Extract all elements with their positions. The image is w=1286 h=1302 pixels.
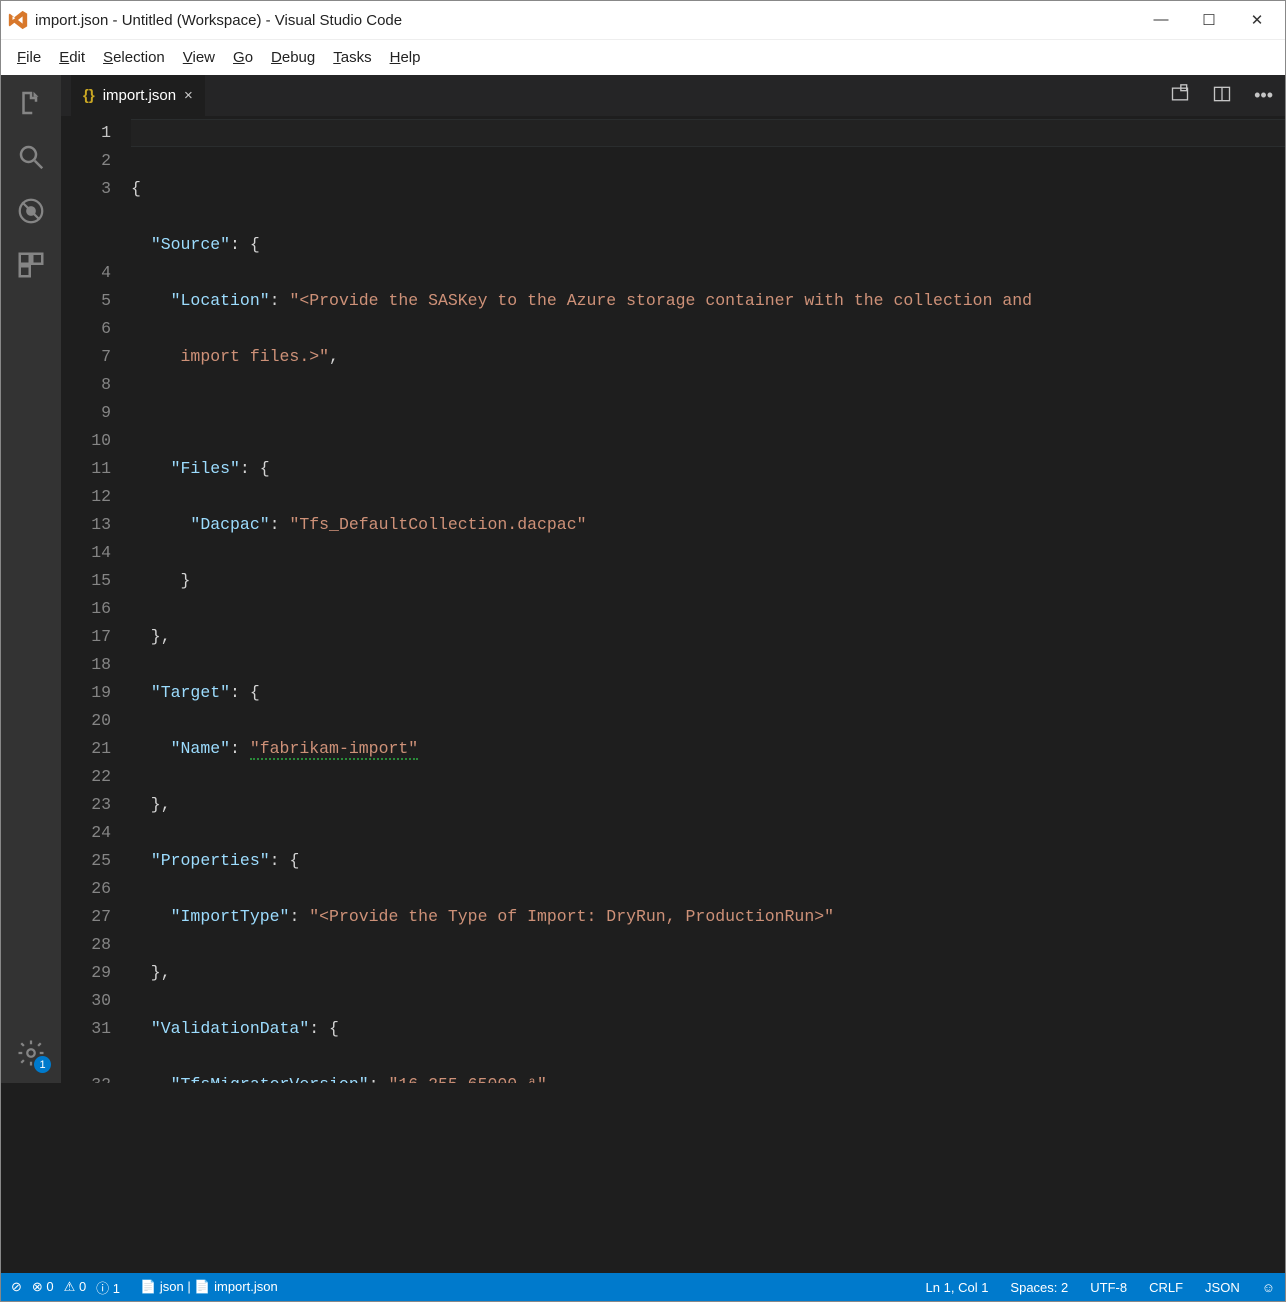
tab-import-json[interactable]: {} import.json ×: [71, 75, 205, 116]
debug-icon[interactable]: [13, 193, 49, 229]
menu-edit[interactable]: Edit: [51, 45, 93, 70]
warnings-indicator[interactable]: ⚠ 0: [64, 1279, 87, 1295]
window-controls: — ☐ ✕: [1149, 11, 1279, 29]
filler: [1, 1083, 1285, 1273]
open-to-side-icon[interactable]: [1170, 84, 1190, 107]
maximize-button[interactable]: ☐: [1197, 11, 1221, 29]
menu-tasks[interactable]: Tasks: [325, 45, 379, 70]
json-icon: {}: [83, 87, 95, 104]
cursor-position[interactable]: Ln 1, Col 1: [926, 1280, 989, 1295]
feedback-icon[interactable]: ☺: [1262, 1280, 1275, 1295]
settings-icon[interactable]: 1: [13, 1035, 49, 1071]
eol[interactable]: CRLF: [1149, 1280, 1183, 1295]
menu-go[interactable]: Go: [225, 45, 261, 70]
explorer-icon[interactable]: [13, 85, 49, 121]
vscode-icon: [7, 9, 29, 31]
language-mode[interactable]: JSON: [1205, 1280, 1240, 1295]
menu-file[interactable]: File: [9, 45, 49, 70]
menubar: File Edit Selection View Go Debug Tasks …: [1, 39, 1285, 75]
menu-selection[interactable]: Selection: [95, 45, 173, 70]
settings-badge: 1: [34, 1056, 51, 1073]
minimize-button[interactable]: —: [1149, 11, 1173, 29]
menu-help[interactable]: Help: [382, 45, 429, 70]
search-icon[interactable]: [13, 139, 49, 175]
close-button[interactable]: ✕: [1245, 11, 1269, 29]
code[interactable]: { "Source": { "Location": "<Provide the …: [131, 117, 1285, 1083]
indentation[interactable]: Spaces: 2: [1010, 1280, 1068, 1295]
vscode-window: import.json - Untitled (Workspace) - Vis…: [0, 0, 1286, 1302]
tabbar: {} import.json × •••: [61, 75, 1285, 117]
window-title: import.json - Untitled (Workspace) - Vis…: [35, 12, 1149, 29]
gutter: 1 23 4567 891011 12131415 16171819 20212…: [61, 117, 131, 1083]
editor[interactable]: 1 23 4567 891011 12131415 16171819 20212…: [61, 117, 1285, 1083]
split-editor-icon[interactable]: [1212, 84, 1232, 107]
editor-actions: •••: [1170, 75, 1285, 116]
breadcrumb[interactable]: 📄 json | 📄 import.json: [140, 1279, 278, 1295]
errors-indicator[interactable]: ⊗ 0: [32, 1279, 54, 1295]
editor-area: {} import.json × ••• 1 23 4567 891011: [61, 75, 1285, 1083]
encoding[interactable]: UTF-8: [1090, 1280, 1127, 1295]
remote-icon[interactable]: ⊘: [11, 1279, 22, 1295]
body: 1 {} import.json × ••• 1 23: [1, 75, 1285, 1083]
close-tab-icon[interactable]: ×: [184, 87, 193, 104]
more-actions-icon[interactable]: •••: [1254, 85, 1273, 106]
menu-debug[interactable]: Debug: [263, 45, 323, 70]
titlebar: import.json - Untitled (Workspace) - Vis…: [1, 1, 1285, 39]
info-indicator[interactable]: ⓘ 1: [96, 1278, 120, 1297]
extensions-icon[interactable]: [13, 247, 49, 283]
menu-view[interactable]: View: [175, 45, 223, 70]
statusbar: ⊘ ⊗ 0 ⚠ 0 ⓘ 1 📄 json | 📄 import.json Ln …: [1, 1273, 1285, 1301]
activitybar: 1: [1, 75, 61, 1083]
tab-label: import.json: [103, 87, 176, 104]
